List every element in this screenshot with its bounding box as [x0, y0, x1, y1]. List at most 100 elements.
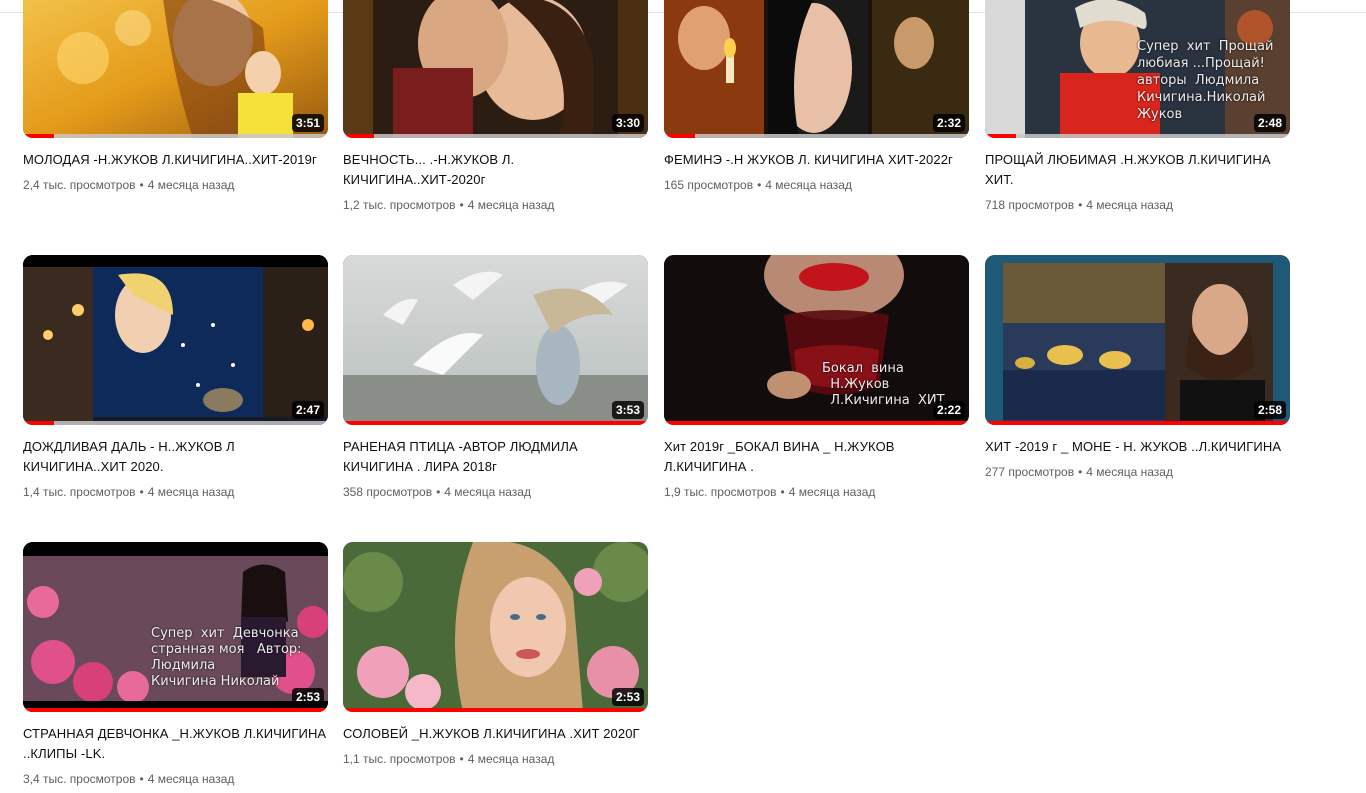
thumbnail-image — [343, 542, 648, 712]
upload-age: 4 месяца назад — [765, 178, 852, 192]
video-thumbnail[interactable]: 3:30 — [343, 0, 648, 138]
video-title[interactable]: ФЕМИНЭ -.Н ЖУКОВ Л. КИЧИГИНА ХИТ-2022г — [664, 150, 969, 170]
video-title[interactable]: ПРОЩАЙ ЛЮБИМАЯ .Н.ЖУКОВ Л.КИЧИГИНА ХИТ. — [985, 150, 1290, 190]
thumbnail-caption: Бокал вина Н.Жуков Л.Кичигина ХИТ — [822, 361, 945, 408]
watch-progress-bar — [23, 134, 328, 138]
thumbnail-image — [985, 255, 1290, 425]
view-count: 1,2 тыс. просмотров — [343, 198, 456, 212]
video-thumbnail[interactable]: 2:32 — [664, 0, 969, 138]
watch-progress-fill — [23, 421, 54, 425]
separator-dot: • — [139, 485, 144, 499]
watch-progress-fill — [985, 134, 1016, 138]
separator-dot: • — [1078, 198, 1083, 212]
video-duration: 2:53 — [611, 688, 644, 706]
separator-dot: • — [757, 178, 762, 192]
watch-progress-bar — [664, 134, 969, 138]
view-count: 358 просмотров — [343, 485, 433, 499]
video-thumbnail[interactable]: 2:58 — [985, 255, 1290, 425]
upload-age: 4 месяца назад — [147, 485, 235, 499]
view-count: 277 просмотров — [985, 465, 1075, 479]
separator-dot: • — [139, 772, 144, 786]
video-thumbnail[interactable]: 2:53 — [343, 542, 648, 712]
thumbnail-caption: Супер хит Прощай любиая ...Прощай! автор… — [1137, 39, 1274, 122]
watch-progress-fill — [343, 421, 648, 425]
video-duration: 3:51 — [291, 114, 324, 132]
upload-age: 4 месяца назад — [147, 178, 235, 192]
view-count: 1,9 тыс. просмотров — [664, 485, 777, 499]
video-card[interactable]: Супер хит Девчонка странная моя Автор: Л… — [23, 542, 328, 788]
video-thumbnail[interactable]: Бокал вина Н.Жуков Л.Кичигина ХИТ 2:22 — [664, 255, 969, 425]
watch-progress-fill — [664, 134, 695, 138]
view-count: 3,4 тыс. просмотров — [23, 772, 136, 786]
watch-progress-fill — [664, 421, 969, 425]
video-card[interactable]: 2:32 ФЕМИНЭ -.Н ЖУКОВ Л. КИЧИГИНА ХИТ-20… — [664, 0, 969, 194]
thumbnail-image — [664, 0, 969, 138]
video-card[interactable]: 3:30 ВЕЧНОСТЬ... .-Н.ЖУКОВ Л. КИЧИГИНА..… — [343, 0, 648, 214]
thumbnail-caption: Супер хит Девчонка странная моя Автор: Л… — [151, 626, 302, 689]
video-title[interactable]: ДОЖДЛИВАЯ ДАЛЬ - Н..ЖУКОВ Л КИЧИГИНА..ХИ… — [23, 437, 328, 477]
separator-dot: • — [459, 198, 464, 212]
video-title[interactable]: МОЛОДАЯ -Н.ЖУКОВ Л.КИЧИГИНА..ХИТ-2019г — [23, 150, 328, 170]
video-thumbnail[interactable]: Супер хит Девчонка странная моя Автор: Л… — [23, 542, 328, 712]
video-thumbnail[interactable]: 3:51 — [23, 0, 328, 138]
video-card[interactable]: Супер хит Прощай любиая ...Прощай! автор… — [985, 0, 1290, 214]
video-card[interactable]: 2:58 ХИТ -2019 г _ МОНЕ - Н. ЖУКОВ ..Л.К… — [985, 255, 1290, 481]
video-duration: 3:30 — [611, 114, 644, 132]
video-title[interactable]: РАНЕНАЯ ПТИЦА -АВТОР ЛЮДМИЛА КИЧИГИНА . … — [343, 437, 648, 477]
watch-progress-bar — [23, 708, 328, 712]
view-count: 1,1 тыс. просмотров — [343, 752, 456, 766]
video-title[interactable]: СОЛОВЕЙ _Н.ЖУКОВ Л.КИЧИГИНА .ХИТ 2020Г — [343, 724, 648, 744]
upload-age: 4 месяца назад — [147, 772, 235, 786]
view-count: 1,4 тыс. просмотров — [23, 485, 136, 499]
upload-age: 4 месяца назад — [788, 485, 876, 499]
watch-progress-bar — [985, 134, 1290, 138]
video-card[interactable]: 2:47 ДОЖДЛИВАЯ ДАЛЬ - Н..ЖУКОВ Л КИЧИГИН… — [23, 255, 328, 501]
separator-dot: • — [139, 178, 144, 192]
separator-dot: • — [1078, 465, 1083, 479]
upload-age: 4 месяца назад — [444, 485, 531, 499]
video-duration: 2:48 — [1253, 114, 1286, 132]
watch-progress-bar — [985, 421, 1290, 425]
video-duration: 2:22 — [932, 401, 965, 419]
video-title[interactable]: ВЕЧНОСТЬ... .-Н.ЖУКОВ Л. КИЧИГИНА..ХИТ-2… — [343, 150, 648, 190]
separator-dot: • — [436, 485, 441, 499]
video-thumbnail[interactable]: 3:53 — [343, 255, 648, 425]
thumbnail-image — [343, 0, 648, 138]
upload-age: 4 месяца назад — [1086, 198, 1173, 212]
upload-age: 4 месяца назад — [467, 198, 555, 212]
video-duration: 2:58 — [1253, 401, 1286, 419]
watch-progress-bar — [343, 421, 648, 425]
thumbnail-image — [23, 255, 328, 425]
watch-progress-fill — [343, 708, 648, 712]
watch-progress-bar — [343, 708, 648, 712]
watch-progress-fill — [985, 421, 1290, 425]
video-thumbnail[interactable]: 2:47 — [23, 255, 328, 425]
video-duration: 2:47 — [291, 401, 324, 419]
separator-dot: • — [780, 485, 785, 499]
video-title[interactable]: СТРАННАЯ ДЕВЧОНКА _Н.ЖУКОВ Л.КИЧИГИНА ..… — [23, 724, 328, 764]
thumbnail-image — [23, 0, 328, 138]
watch-progress-fill — [23, 134, 54, 138]
video-title[interactable]: Хит 2019г _БОКАЛ ВИНА _ Н.ЖУКОВ Л.КИЧИГИ… — [664, 437, 969, 477]
video-card[interactable]: Бокал вина Н.Жуков Л.Кичигина ХИТ 2:22 Х… — [664, 255, 969, 501]
thumbnail-image — [343, 255, 648, 425]
watch-progress-bar — [343, 134, 648, 138]
watch-progress-bar — [23, 421, 328, 425]
video-title[interactable]: ХИТ -2019 г _ МОНЕ - Н. ЖУКОВ ..Л.КИЧИГИ… — [985, 437, 1290, 457]
video-duration: 2:53 — [291, 688, 324, 706]
watch-progress-bar — [664, 421, 969, 425]
video-duration: 2:32 — [932, 114, 965, 132]
view-count: 718 просмотров — [985, 198, 1075, 212]
video-card[interactable]: 3:51 МОЛОДАЯ -Н.ЖУКОВ Л.КИЧИГИНА..ХИТ-20… — [23, 0, 328, 194]
video-card[interactable]: 3:53 РАНЕНАЯ ПТИЦА -АВТОР ЛЮДМИЛА КИЧИГИ… — [343, 255, 648, 501]
view-count: 165 просмотров — [664, 178, 754, 192]
view-count: 2,4 тыс. просмотров — [23, 178, 136, 192]
video-thumbnail[interactable]: Супер хит Прощай любиая ...Прощай! автор… — [985, 0, 1290, 138]
watch-progress-fill — [23, 708, 328, 712]
upload-age: 4 месяца назад — [467, 752, 555, 766]
upload-age: 4 месяца назад — [1086, 465, 1173, 479]
separator-dot: • — [459, 752, 464, 766]
video-card[interactable]: 2:53 СОЛОВЕЙ _Н.ЖУКОВ Л.КИЧИГИНА .ХИТ 20… — [343, 542, 648, 768]
watch-progress-fill — [343, 134, 374, 138]
video-duration: 3:53 — [611, 401, 644, 419]
